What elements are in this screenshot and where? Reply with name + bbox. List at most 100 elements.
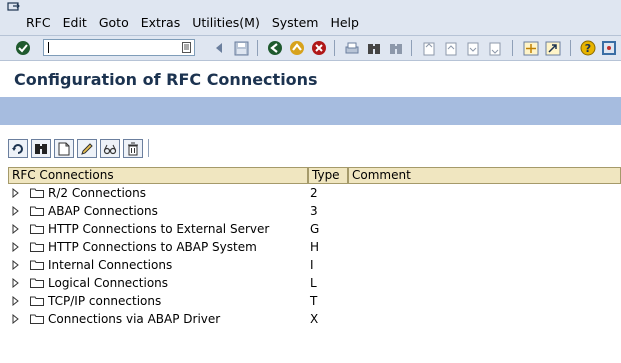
menu-system[interactable]: System — [266, 14, 325, 32]
create-document-icon — [58, 142, 70, 155]
node-type: H — [310, 240, 320, 254]
node-type: G — [310, 222, 320, 236]
back-icon — [268, 41, 282, 55]
expand-arrow-icon[interactable] — [12, 206, 19, 216]
change-button[interactable] — [77, 139, 97, 158]
node-label: Logical Connections — [48, 276, 169, 290]
shortcut-button[interactable] — [544, 39, 562, 57]
refresh-button[interactable] — [8, 139, 28, 158]
node-label: ABAP Connections — [48, 204, 158, 218]
exit-button[interactable] — [288, 39, 306, 57]
tree-node[interactable]: ABAP Connections 3 — [0, 202, 621, 220]
menu-bar: RFC Edit Goto Extras Utilities(M) System… — [0, 0, 621, 36]
create-session-button[interactable] — [522, 39, 540, 57]
node-label: Connections via ABAP Driver — [48, 312, 221, 326]
back-button[interactable] — [266, 39, 284, 57]
help-icon: ? — [580, 40, 596, 56]
glasses-icon — [103, 144, 117, 154]
customize-layout-icon — [602, 41, 616, 55]
tree-node[interactable]: R/2 Connections 2 — [0, 184, 621, 202]
menu-rfc[interactable]: RFC — [20, 14, 57, 32]
expand-arrow-icon[interactable] — [12, 242, 19, 252]
node-label: HTTP Connections to External Server — [48, 222, 270, 236]
find-connection-button[interactable] — [31, 139, 51, 158]
expand-arrow-icon[interactable] — [12, 188, 19, 198]
node-type: L — [310, 276, 317, 290]
expand-arrow-icon[interactable] — [12, 278, 19, 288]
node-label: TCP/IP connections — [48, 294, 162, 308]
tree-toolbar — [8, 139, 152, 159]
standard-toolbar: ? — [0, 36, 621, 61]
previous-page-button[interactable] — [442, 39, 460, 57]
expand-arrow-icon[interactable] — [12, 260, 19, 270]
node-type: I — [310, 258, 314, 272]
first-page-button[interactable] — [420, 39, 438, 57]
refresh-icon — [12, 143, 23, 154]
node-label: Internal Connections — [48, 258, 173, 272]
tree-node[interactable]: HTTP Connections to External Server G — [0, 220, 621, 238]
tree-node[interactable]: Connections via ABAP Driver X — [0, 310, 621, 328]
tree-node[interactable]: TCP/IP connections T — [0, 292, 621, 310]
folder-icon — [30, 188, 44, 198]
expand-arrow-icon[interactable] — [12, 296, 19, 306]
menu-extras[interactable]: Extras — [135, 14, 187, 32]
command-field[interactable] — [43, 39, 195, 56]
last-page-button[interactable] — [486, 39, 504, 57]
svg-text:?: ? — [585, 42, 591, 55]
node-type: 2 — [310, 186, 318, 200]
tree-toolbar-separator — [148, 139, 149, 157]
print-icon — [345, 42, 359, 53]
node-type: 3 — [310, 204, 318, 218]
column-header-type[interactable]: Type — [308, 167, 348, 184]
node-label: R/2 Connections — [48, 186, 146, 200]
folder-icon — [30, 224, 44, 234]
trash-icon — [128, 142, 138, 155]
cancel-icon — [312, 41, 326, 55]
toolbar-separator — [257, 40, 258, 56]
application-toolbar — [0, 97, 621, 125]
save-icon — [234, 41, 248, 55]
column-header-rfc-connections[interactable]: RFC Connections — [8, 167, 308, 184]
delete-button[interactable] — [123, 139, 143, 158]
customize-layout-button[interactable] — [600, 39, 618, 57]
menu-goto[interactable]: Goto — [93, 14, 135, 32]
folder-icon — [30, 296, 44, 306]
menu-edit[interactable]: Edit — [57, 14, 93, 32]
folder-icon — [30, 314, 44, 324]
cancel-button[interactable] — [310, 39, 328, 57]
next-page-button[interactable] — [464, 39, 482, 57]
command-input[interactable] — [46, 41, 176, 54]
print-button[interactable] — [343, 39, 361, 57]
toolbar-separator — [411, 40, 412, 56]
tree-node[interactable]: Internal Connections I — [0, 256, 621, 274]
system-menu-icon[interactable] — [7, 2, 21, 12]
triangle-left-icon — [216, 43, 222, 53]
text-cursor — [48, 42, 49, 53]
menu-help[interactable]: Help — [324, 14, 365, 32]
node-type: T — [310, 294, 318, 308]
pencil-icon — [81, 142, 93, 155]
display-button[interactable] — [100, 139, 120, 158]
menu-utilities[interactable]: Utilities(M) — [186, 14, 266, 32]
binoculars-icon — [368, 43, 380, 54]
exit-icon — [290, 41, 304, 55]
toolbar-separator — [512, 40, 513, 56]
command-history-icon[interactable] — [182, 42, 191, 53]
expand-arrow-icon[interactable] — [12, 314, 19, 324]
enter-check-button[interactable] — [14, 39, 32, 57]
tree-node[interactable]: HTTP Connections to ABAP System H — [0, 238, 621, 256]
find-next-icon — [390, 43, 402, 54]
help-button[interactable]: ? — [579, 39, 597, 57]
find-button[interactable] — [365, 39, 383, 57]
new-session-icon — [523, 41, 539, 55]
expand-left-button[interactable] — [210, 39, 228, 57]
find-next-button[interactable] — [387, 39, 405, 57]
last-page-icon — [489, 42, 501, 55]
save-button[interactable] — [232, 39, 250, 57]
folder-icon — [30, 260, 44, 270]
create-button[interactable] — [54, 139, 74, 158]
tree-node[interactable]: Logical Connections L — [0, 274, 621, 292]
column-header-comment[interactable]: Comment — [348, 167, 621, 184]
node-label: HTTP Connections to ABAP System — [48, 240, 257, 254]
expand-arrow-icon[interactable] — [12, 224, 19, 234]
